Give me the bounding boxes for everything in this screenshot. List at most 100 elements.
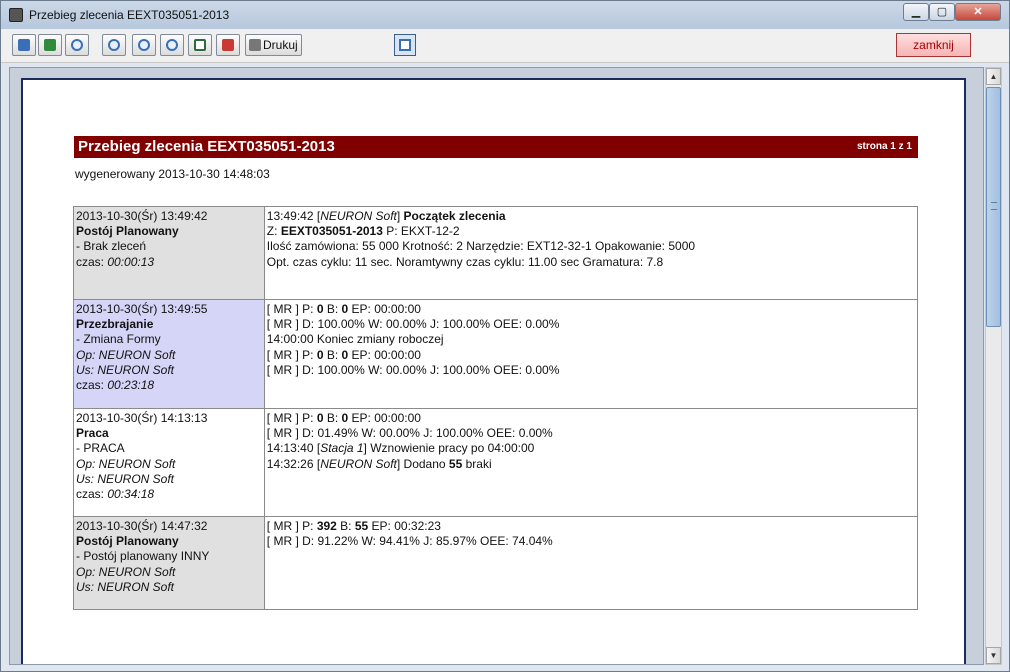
report-window: Przebieg zlecenia EEXT035051-2013 ▁ ▢ ✕ … <box>0 0 1010 672</box>
counter-prefix: [ MR ] P: <box>266 347 317 362</box>
detail-line: Opt. czas cyklu: 11 sec. Noramtywny czas… <box>266 254 664 269</box>
event-details-cell: [ MR ] P: 0 B: 0 EP: 00:00:00 [ MR ] D: … <box>263 408 919 517</box>
zoom-in-icon <box>166 39 178 51</box>
title-bar[interactable]: Przebieg zlecenia EEXT035051-2013 ▁ ▢ ✕ <box>1 1 1009 29</box>
detail-event: Początek zlecenia <box>403 209 506 223</box>
report-header-bar: Przebieg zlecenia EEXT035051-2013 strona… <box>74 136 918 158</box>
page-counter: strona 1 z 1 <box>856 141 912 152</box>
detail-line: [ MR ] D: 100.00% W: 00.00% J: 100.00% O… <box>266 362 560 377</box>
print-button[interactable]: Drukuj <box>245 34 302 56</box>
first-page-button[interactable] <box>12 34 36 56</box>
event-operator: Op: NEURON Soft <box>76 347 176 362</box>
detail-line: [ MR ] P: 0 B: 0 EP: 00:00:00 <box>267 348 915 363</box>
window-title: Przebieg zlecenia EEXT035051-2013 <box>29 8 230 22</box>
detail-line: [ MR ] D: 91.22% W: 94.41% J: 85.97% OEE… <box>266 534 553 549</box>
check-icon <box>194 39 206 51</box>
event-summary-cell: 2013-10-30(Śr) 14:47:32 Postój Planowany… <box>73 516 265 610</box>
zoom-out-button[interactable] <box>132 34 156 56</box>
prev-page-icon <box>44 39 56 51</box>
scrap-count: 55 <box>354 519 369 533</box>
zoom-page-icon <box>108 39 120 51</box>
grip-icon <box>991 202 997 210</box>
order-label: Z: <box>266 224 278 239</box>
detail-line: 14:32:26 [NEURON Soft] Dodano 55 braki <box>267 457 915 472</box>
event-summary-cell: 2013-10-30(Śr) 14:13:13 Praca - PRACA Op… <box>73 408 265 517</box>
detail-line: 13:49:42 [NEURON Soft] Początek zlecenia <box>266 209 506 223</box>
produced-count: 392 <box>316 519 337 533</box>
scroll-up-arrow-icon[interactable]: ▲ <box>986 68 1001 85</box>
table-row: 2013-10-30(Śr) 13:49:42 Postój Planowany… <box>73 206 919 300</box>
detail-line: 14:13:40 [Stacja 1] Wznowienie pracy po … <box>267 441 915 456</box>
minimize-button[interactable]: ▁ <box>903 3 929 21</box>
scrap-added-suffix: braki <box>462 456 492 471</box>
counter-prefix: [ MR ] P: <box>266 411 317 425</box>
event-operator: Op: NEURON Soft <box>76 564 176 579</box>
detail-line: [ MR ] D: 01.49% W: 00.00% J: 100.00% OE… <box>266 426 553 441</box>
event-duration: czas: 00:34:18 <box>76 487 262 502</box>
event-details-cell: [ MR ] P: 0 B: 0 EP: 00:00:00 [ MR ] D: … <box>263 299 919 409</box>
generated-timestamp: wygenerowany 2013-10-30 14:48:03 <box>75 167 270 181</box>
prev-page-button[interactable] <box>38 34 62 56</box>
event-user: Us: NEURON Soft <box>76 579 175 594</box>
event-summary-cell: 2013-10-30(Śr) 13:49:55 Przezbrajanie - … <box>73 299 265 409</box>
view-mode-button[interactable] <box>394 34 416 56</box>
scrap-label: B: <box>323 302 342 316</box>
table-row: 2013-10-30(Śr) 14:13:13 Praca - PRACA Op… <box>73 408 919 517</box>
zoom-page-button[interactable] <box>102 34 126 56</box>
detail-event: ] Wznowienie pracy po 04:00:00 <box>363 441 535 456</box>
scrap-label: B: <box>336 519 355 533</box>
effective-time: EP: 00:00:00 <box>348 411 421 425</box>
event-reason: - Brak zleceń <box>76 239 147 254</box>
check-button[interactable] <box>188 34 212 56</box>
event-user: Us: NEURON Soft <box>76 362 175 377</box>
zoom-out-icon <box>138 39 150 51</box>
event-summary-cell: 2013-10-30(Śr) 13:49:42 Postój Planowany… <box>73 206 265 300</box>
detail-line: [ MR ] P: 0 B: 0 EP: 00:00:00 <box>267 302 915 317</box>
detail-line: [ MR ] P: 392 B: 55 EP: 00:32:23 <box>267 519 915 534</box>
zoom-fit-button[interactable] <box>65 34 89 56</box>
event-reason: - Zmiana Formy <box>76 332 161 347</box>
scrap-label: B: <box>323 347 342 362</box>
detail-line: Z: EEXT035051-2013 P: EKXT-12-2 <box>267 224 915 239</box>
view-mode-icon <box>399 39 411 51</box>
pdf-export-button[interactable] <box>216 34 240 56</box>
table-row: 2013-10-30(Śr) 14:47:32 Postój Planowany… <box>73 516 919 610</box>
scroll-down-arrow-icon[interactable]: ▼ <box>986 647 1001 664</box>
zoom-in-button[interactable] <box>160 34 184 56</box>
printer-icon <box>249 39 261 51</box>
effective-time: EP: 00:32:23 <box>368 519 441 533</box>
event-reason: - PRACA <box>76 441 125 456</box>
detail-line: [ MR ] P: 0 B: 0 EP: 00:00:00 <box>267 411 915 426</box>
counter-prefix: [ MR ] P: <box>266 302 317 316</box>
product-code: P: EKXT-12-2 <box>386 224 460 239</box>
maximize-button[interactable]: ▢ <box>929 3 955 21</box>
detail-source: NEURON Soft <box>320 209 397 223</box>
event-state: Postój Planowany <box>76 534 179 549</box>
print-button-label: Drukuj <box>263 38 298 52</box>
event-duration: czas: 00:00:13 <box>76 255 262 270</box>
detail-source: Stacja 1 <box>320 441 364 456</box>
table-row: 2013-10-30(Śr) 13:49:55 Przezbrajanie - … <box>73 299 919 409</box>
event-timestamp: 2013-10-30(Śr) 14:13:13 <box>76 411 208 425</box>
counter-prefix: [ MR ] P: <box>266 519 317 533</box>
event-state: Postój Planowany <box>76 224 179 239</box>
duration-value: 00:34:18 <box>107 487 155 502</box>
event-user: Us: NEURON Soft <box>76 471 175 486</box>
produced-count: 0 <box>316 302 324 316</box>
produced-count: 0 <box>316 411 324 425</box>
detail-line: 14:00:00 Koniec zmiany roboczej <box>266 332 444 347</box>
report-viewport[interactable]: Przebieg zlecenia EEXT035051-2013 strona… <box>9 67 984 665</box>
close-window-button[interactable]: ✕ <box>955 3 1001 21</box>
produced-count: 0 <box>316 347 324 362</box>
detail-time: 14:13:40 [ <box>266 441 321 456</box>
event-operator: Op: NEURON Soft <box>76 456 176 471</box>
pdf-export-icon <box>222 39 234 51</box>
close-report-button[interactable]: zamknij <box>896 33 971 57</box>
vertical-scrollbar[interactable]: ▲ ▼ <box>985 67 1002 665</box>
first-page-icon <box>18 39 30 51</box>
toolbar: Drukuj zamknij <box>1 29 1009 63</box>
scrollbar-thumb[interactable] <box>986 87 1001 327</box>
duration-label: czas: <box>76 254 108 269</box>
event-details-cell: 13:49:42 [NEURON Soft] Początek zlecenia… <box>263 206 919 300</box>
event-state: Przezbrajanie <box>76 317 154 332</box>
